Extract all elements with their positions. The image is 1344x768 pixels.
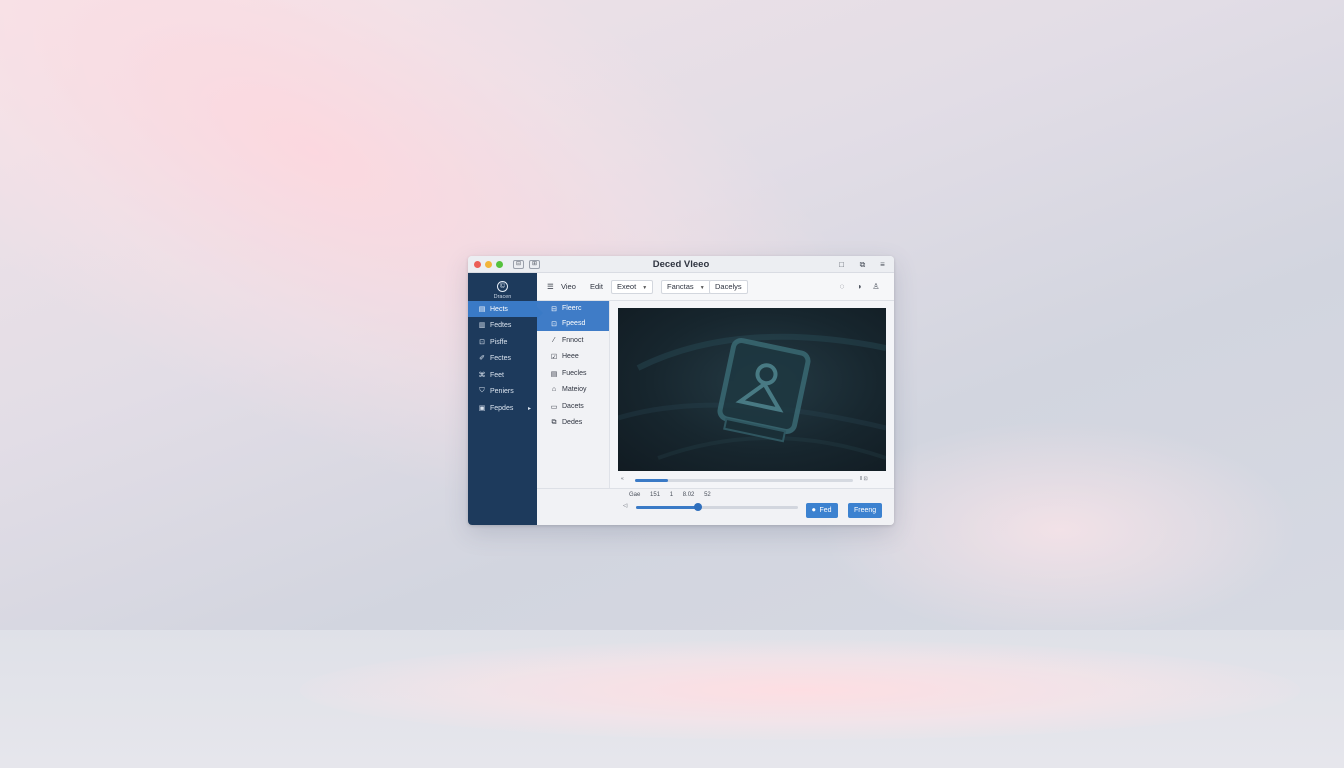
window-title: Deced Vleeo bbox=[652, 259, 710, 270]
window-square-icon[interactable]: □ bbox=[837, 260, 846, 269]
checkbox-icon: ☑ bbox=[550, 353, 558, 361]
sidebar-item-label: Feet bbox=[490, 371, 505, 379]
pause-fullscreen-icons[interactable]: ‖ ⊡ bbox=[860, 476, 868, 482]
video-frame-art bbox=[618, 333, 886, 460]
sub-item-label: Fuecles bbox=[562, 370, 587, 377]
rewind-icon[interactable]: « bbox=[621, 476, 624, 482]
sub-item-heee[interactable]: ☑ Heee bbox=[537, 349, 609, 364]
background-floor-glow bbox=[300, 640, 1300, 740]
folder-icon: ⌂ bbox=[551, 386, 557, 393]
shield-icon: ⛉ bbox=[479, 387, 485, 394]
sidebar-item-fedtes[interactable]: ▥ Fedtes bbox=[468, 317, 537, 333]
sidebar-item-label: Fectes bbox=[490, 354, 512, 362]
sub-item-label: Heee bbox=[562, 353, 579, 360]
list-icon: ▤ bbox=[550, 370, 558, 378]
sub-item-fuecles[interactable]: ▤ Fuecles bbox=[537, 366, 609, 381]
timecode-end: 8.02 bbox=[682, 492, 695, 498]
sidebar-item-pisffe[interactable]: ⊡ Pisffe bbox=[468, 334, 537, 350]
volume-icon[interactable]: ◁ bbox=[623, 503, 627, 509]
timecode-extra: 52 bbox=[704, 492, 711, 498]
sub-list-panel: ⊟ Fleerc ⊡ Fpeesd ⁄ Fnnoct ☑ Heee ▤ Fuec… bbox=[537, 301, 610, 488]
titlebar: ⊟ ⊞ Deced Vleeo □ ⧉ ≡ bbox=[468, 256, 894, 273]
export-dropdown-label: Exeot bbox=[617, 282, 637, 291]
bottom-controls: Gae 151 1 8.02 52 ◁ ⏺ Fed Freeng bbox=[537, 488, 894, 525]
video-player[interactable] bbox=[618, 308, 886, 471]
caretaker-dropdown-label: Fanctas bbox=[667, 282, 694, 291]
user-icon[interactable]: ♙ bbox=[871, 282, 881, 292]
sidebar-item-label: Peniers bbox=[490, 387, 514, 395]
app-window: ⊟ ⊞ Deced Vleeo □ ⧉ ≡ © Dracen ▤ Hects ▥… bbox=[468, 256, 894, 525]
sub-item-label: Fleerc bbox=[562, 305, 582, 312]
brand-logo-icon: © bbox=[497, 281, 508, 292]
sidebar-item-fectes[interactable]: ✐ Fectes bbox=[468, 350, 537, 366]
camera-icon: ⊡ bbox=[479, 339, 485, 346]
sidebar: © Dracen ▤ Hects ▥ Fedtes ⊡ Pisffe ✐ Fec… bbox=[468, 273, 537, 525]
sidebar-item-label: Fedtes bbox=[490, 321, 512, 329]
theme-toggle-icon[interactable]: ◑ bbox=[854, 282, 864, 292]
frame-icon: ⊟ bbox=[551, 305, 557, 313]
display-button-label: Dacelys bbox=[715, 282, 742, 291]
caret-down-icon: ▼ bbox=[699, 285, 705, 291]
folder-icon: ▥ bbox=[478, 322, 486, 329]
timecode-separator: 1 bbox=[669, 492, 674, 498]
brand-label: Dracen bbox=[493, 294, 512, 300]
document-icon: ▣ bbox=[478, 405, 486, 412]
pencil-icon: ✐ bbox=[479, 355, 485, 362]
record-button-label: Fed bbox=[819, 507, 832, 514]
sub-item-label: Mateioy bbox=[562, 386, 587, 393]
chevron-right-icon: ▸ bbox=[527, 405, 531, 412]
list-icon: ▤ bbox=[478, 306, 486, 313]
caretaker-dropdown[interactable]: Fanctas ▼ bbox=[661, 280, 711, 294]
freeng-button[interactable]: Freeng bbox=[848, 503, 883, 518]
sidebar-item-label: Hects bbox=[490, 305, 508, 313]
export-dropdown[interactable]: Exeot ▼ bbox=[611, 280, 654, 294]
sub-item-label: Dedes bbox=[562, 419, 583, 426]
menu-view[interactable]: Vieo bbox=[561, 280, 576, 293]
window-menu-icon[interactable]: ≡ bbox=[878, 260, 887, 269]
volume-fill bbox=[636, 506, 698, 509]
freeng-button-label: Freeng bbox=[854, 507, 877, 514]
sub-item-dedes[interactable]: ⧉ Dedes bbox=[537, 415, 609, 430]
sub-item-mateioy[interactable]: ⌂ Mateioy bbox=[537, 382, 609, 397]
scrub-bar-row: « ‖ ⊡ bbox=[610, 476, 894, 484]
selection-pointer bbox=[537, 307, 543, 319]
card-icon: ▭ bbox=[550, 403, 558, 411]
sidebar-item-feet[interactable]: ⌘ Feet bbox=[468, 367, 537, 383]
caret-down-icon: ▼ bbox=[642, 285, 648, 291]
sub-item-fleerc[interactable]: ⊟ Fleerc bbox=[537, 301, 609, 316]
sidebar-item-label: Fepdes bbox=[490, 404, 514, 412]
copy-icon: ⧉ bbox=[551, 418, 557, 426]
sub-item-label: Fpeesd bbox=[562, 320, 586, 327]
timecode-start: 151 bbox=[650, 492, 661, 498]
volume-slider-handle[interactable] bbox=[693, 503, 702, 511]
record-icon: ⏺ bbox=[812, 507, 816, 514]
volume-slider[interactable] bbox=[636, 503, 798, 511]
sidebar-item-hects[interactable]: ▤ Hects bbox=[468, 301, 537, 317]
sub-item-fnnoct[interactable]: ⁄ Fnnoct bbox=[537, 333, 609, 348]
sub-item-label: Fnnoct bbox=[562, 337, 584, 344]
sub-item-label: Dacets bbox=[562, 403, 584, 410]
pen-icon: ⁄ bbox=[553, 337, 555, 344]
timecode-label: Gae bbox=[629, 492, 641, 498]
sub-item-fpeesd[interactable]: ⊡ Fpeesd bbox=[537, 316, 609, 331]
scrub-bar[interactable] bbox=[635, 479, 853, 482]
video-area: « ‖ ⊡ bbox=[610, 301, 894, 488]
sidebar-item-label: Pisffe bbox=[490, 338, 508, 346]
view-list-icon[interactable]: ☰ bbox=[547, 280, 554, 293]
menu-edit[interactable]: Edit bbox=[590, 280, 603, 293]
scrub-progress bbox=[635, 479, 668, 482]
command-icon: ⌘ bbox=[478, 372, 486, 379]
sidebar-item-peniers[interactable]: ⛉ Peniers bbox=[468, 383, 537, 399]
image-icon: ⊡ bbox=[551, 320, 557, 328]
sidebar-item-fepdes[interactable]: ▣ Fepdes ▸ bbox=[468, 400, 537, 416]
display-button[interactable]: Dacelys bbox=[709, 280, 748, 294]
sub-item-dacets[interactable]: ▭ Dacets bbox=[537, 399, 609, 414]
search-circle-icon[interactable]: ◌ bbox=[837, 282, 847, 292]
timecode-row: Gae 151 1 8.02 52 bbox=[629, 492, 719, 498]
record-button[interactable]: ⏺ Fed bbox=[806, 503, 838, 518]
window-expand-icon[interactable]: ⧉ bbox=[858, 260, 867, 269]
toolbar: ☰ Vieo Edit Exeot ▼ Fanctas ▼ Dacelys ◌ ◑ … bbox=[537, 273, 894, 301]
